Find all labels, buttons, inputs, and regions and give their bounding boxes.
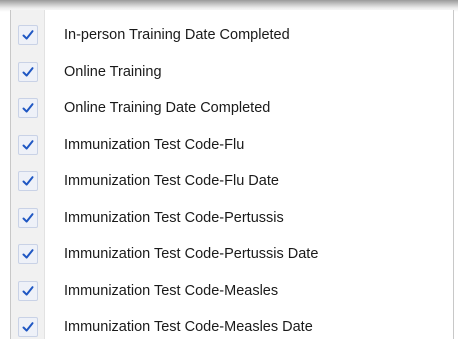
menu-item[interactable]: Immunization Test Code-Flu Date [11, 163, 453, 200]
checkmark-icon [22, 176, 34, 186]
checkmark-icon [22, 285, 34, 296]
menu-item[interactable]: Immunization Test Code-Measles Date [11, 309, 453, 339]
menu-item-label: Immunization Test Code-Pertussis [64, 209, 284, 226]
menu-item-label: Immunization Test Code-Measles [64, 282, 279, 299]
checkbox[interactable] [18, 25, 38, 46]
menu-item[interactable]: Online Training Date Completed [11, 90, 453, 127]
column-chooser-window: In-person Training Date Completed Online … [0, 0, 458, 339]
checkbox[interactable] [18, 61, 38, 82]
menu-item-label: Immunization Test Code-Flu Date [64, 173, 279, 189]
menu-item-label: Online Training Date Completed [64, 100, 271, 116]
checkbox[interactable] [18, 171, 38, 192]
checkbox[interactable] [18, 98, 38, 119]
checkmark-icon [22, 139, 34, 150]
checkmark-icon [22, 249, 34, 259]
menu-item[interactable]: Immunization Test Code-Pertussis Date [11, 236, 453, 273]
checkmark-icon [22, 30, 34, 40]
menu-item-label: Immunization Test Code-Pertussis Date [64, 246, 319, 262]
column-chooser-menu: In-person Training Date Completed Online … [10, 10, 454, 339]
checkbox[interactable] [18, 244, 38, 265]
menu-item-label: Immunization Test Code-Flu [64, 136, 245, 153]
menu-item-label: In-person Training Date Completed [64, 27, 290, 43]
menu-item-label: Immunization Test Code-Measles Date [64, 319, 313, 335]
menu-item[interactable]: Immunization Test Code-Measles [11, 273, 453, 310]
menu-item-label: Online Training [64, 63, 162, 80]
checkbox[interactable] [18, 317, 38, 338]
checkmark-icon [22, 66, 34, 77]
menu-item-list: In-person Training Date Completed Online … [11, 17, 453, 339]
checkmark-icon [22, 103, 34, 113]
menu-item[interactable]: Immunization Test Code-Flu [11, 127, 453, 164]
menu-item[interactable]: Immunization Test Code-Pertussis [11, 200, 453, 237]
checkbox[interactable] [18, 207, 38, 228]
checkbox[interactable] [18, 134, 38, 155]
menu-item[interactable]: Online Training [11, 54, 453, 91]
checkmark-icon [22, 212, 34, 223]
checkmark-icon [22, 322, 34, 332]
checkbox[interactable] [18, 280, 38, 301]
menu-item[interactable]: In-person Training Date Completed [11, 17, 453, 54]
